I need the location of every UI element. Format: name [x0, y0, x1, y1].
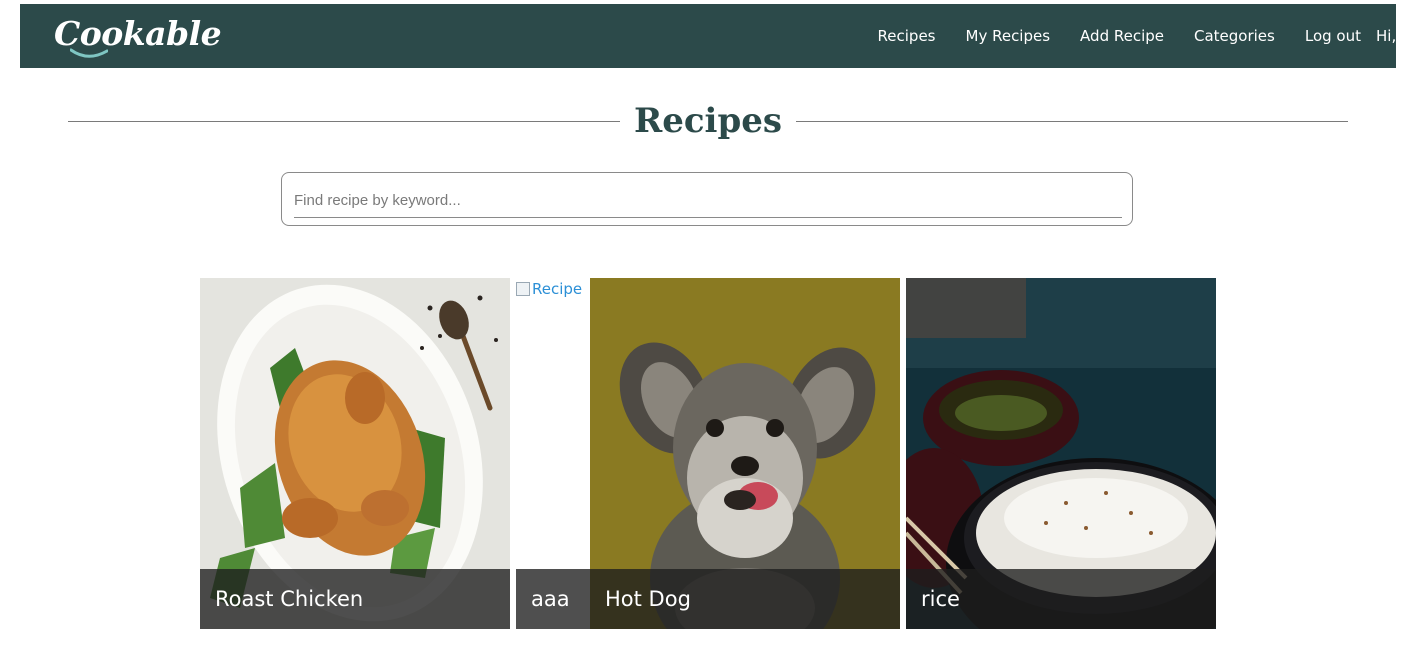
nav-categories[interactable]: Categories [1194, 27, 1275, 45]
recipe-card-roast-chicken[interactable]: Roast Chicken [200, 278, 510, 629]
nav-links: Recipes My Recipes Add Recipe Categories… [878, 4, 1396, 68]
recipe-card-title: aaa [516, 569, 590, 629]
page-header: Recipes [68, 98, 1348, 144]
recipe-grid: Roast Chicken Recipe aaa Hot Dog rice [200, 278, 1216, 629]
logo-swoosh-icon [70, 48, 108, 58]
nav-add-recipe[interactable]: Add Recipe [1080, 27, 1164, 45]
broken-image-alt: Recipe [532, 280, 583, 298]
search-input[interactable] [294, 183, 1122, 218]
recipe-card-aaa[interactable]: Recipe aaa [516, 278, 590, 629]
nav-recipes[interactable]: Recipes [878, 27, 936, 45]
page-title: Recipes [633, 101, 783, 141]
top-navbar: Cookable Recipes My Recipes Add Recipe C… [20, 4, 1396, 68]
broken-image-icon: Recipe [516, 280, 582, 298]
recipe-card-title: Hot Dog [590, 569, 900, 629]
search-box [281, 172, 1133, 226]
nav-log-out[interactable]: Log out [1305, 27, 1361, 45]
recipe-card-hot-dog[interactable]: Hot Dog [590, 278, 900, 629]
nav-my-recipes[interactable]: My Recipes [966, 27, 1051, 45]
recipe-card-title: Roast Chicken [200, 569, 510, 629]
user-greeting: Hi, [1376, 27, 1396, 45]
title-divider-left [68, 121, 620, 122]
title-divider-right [796, 121, 1348, 122]
recipe-card-rice[interactable]: rice [906, 278, 1216, 629]
recipe-card-title: rice [906, 569, 1216, 629]
